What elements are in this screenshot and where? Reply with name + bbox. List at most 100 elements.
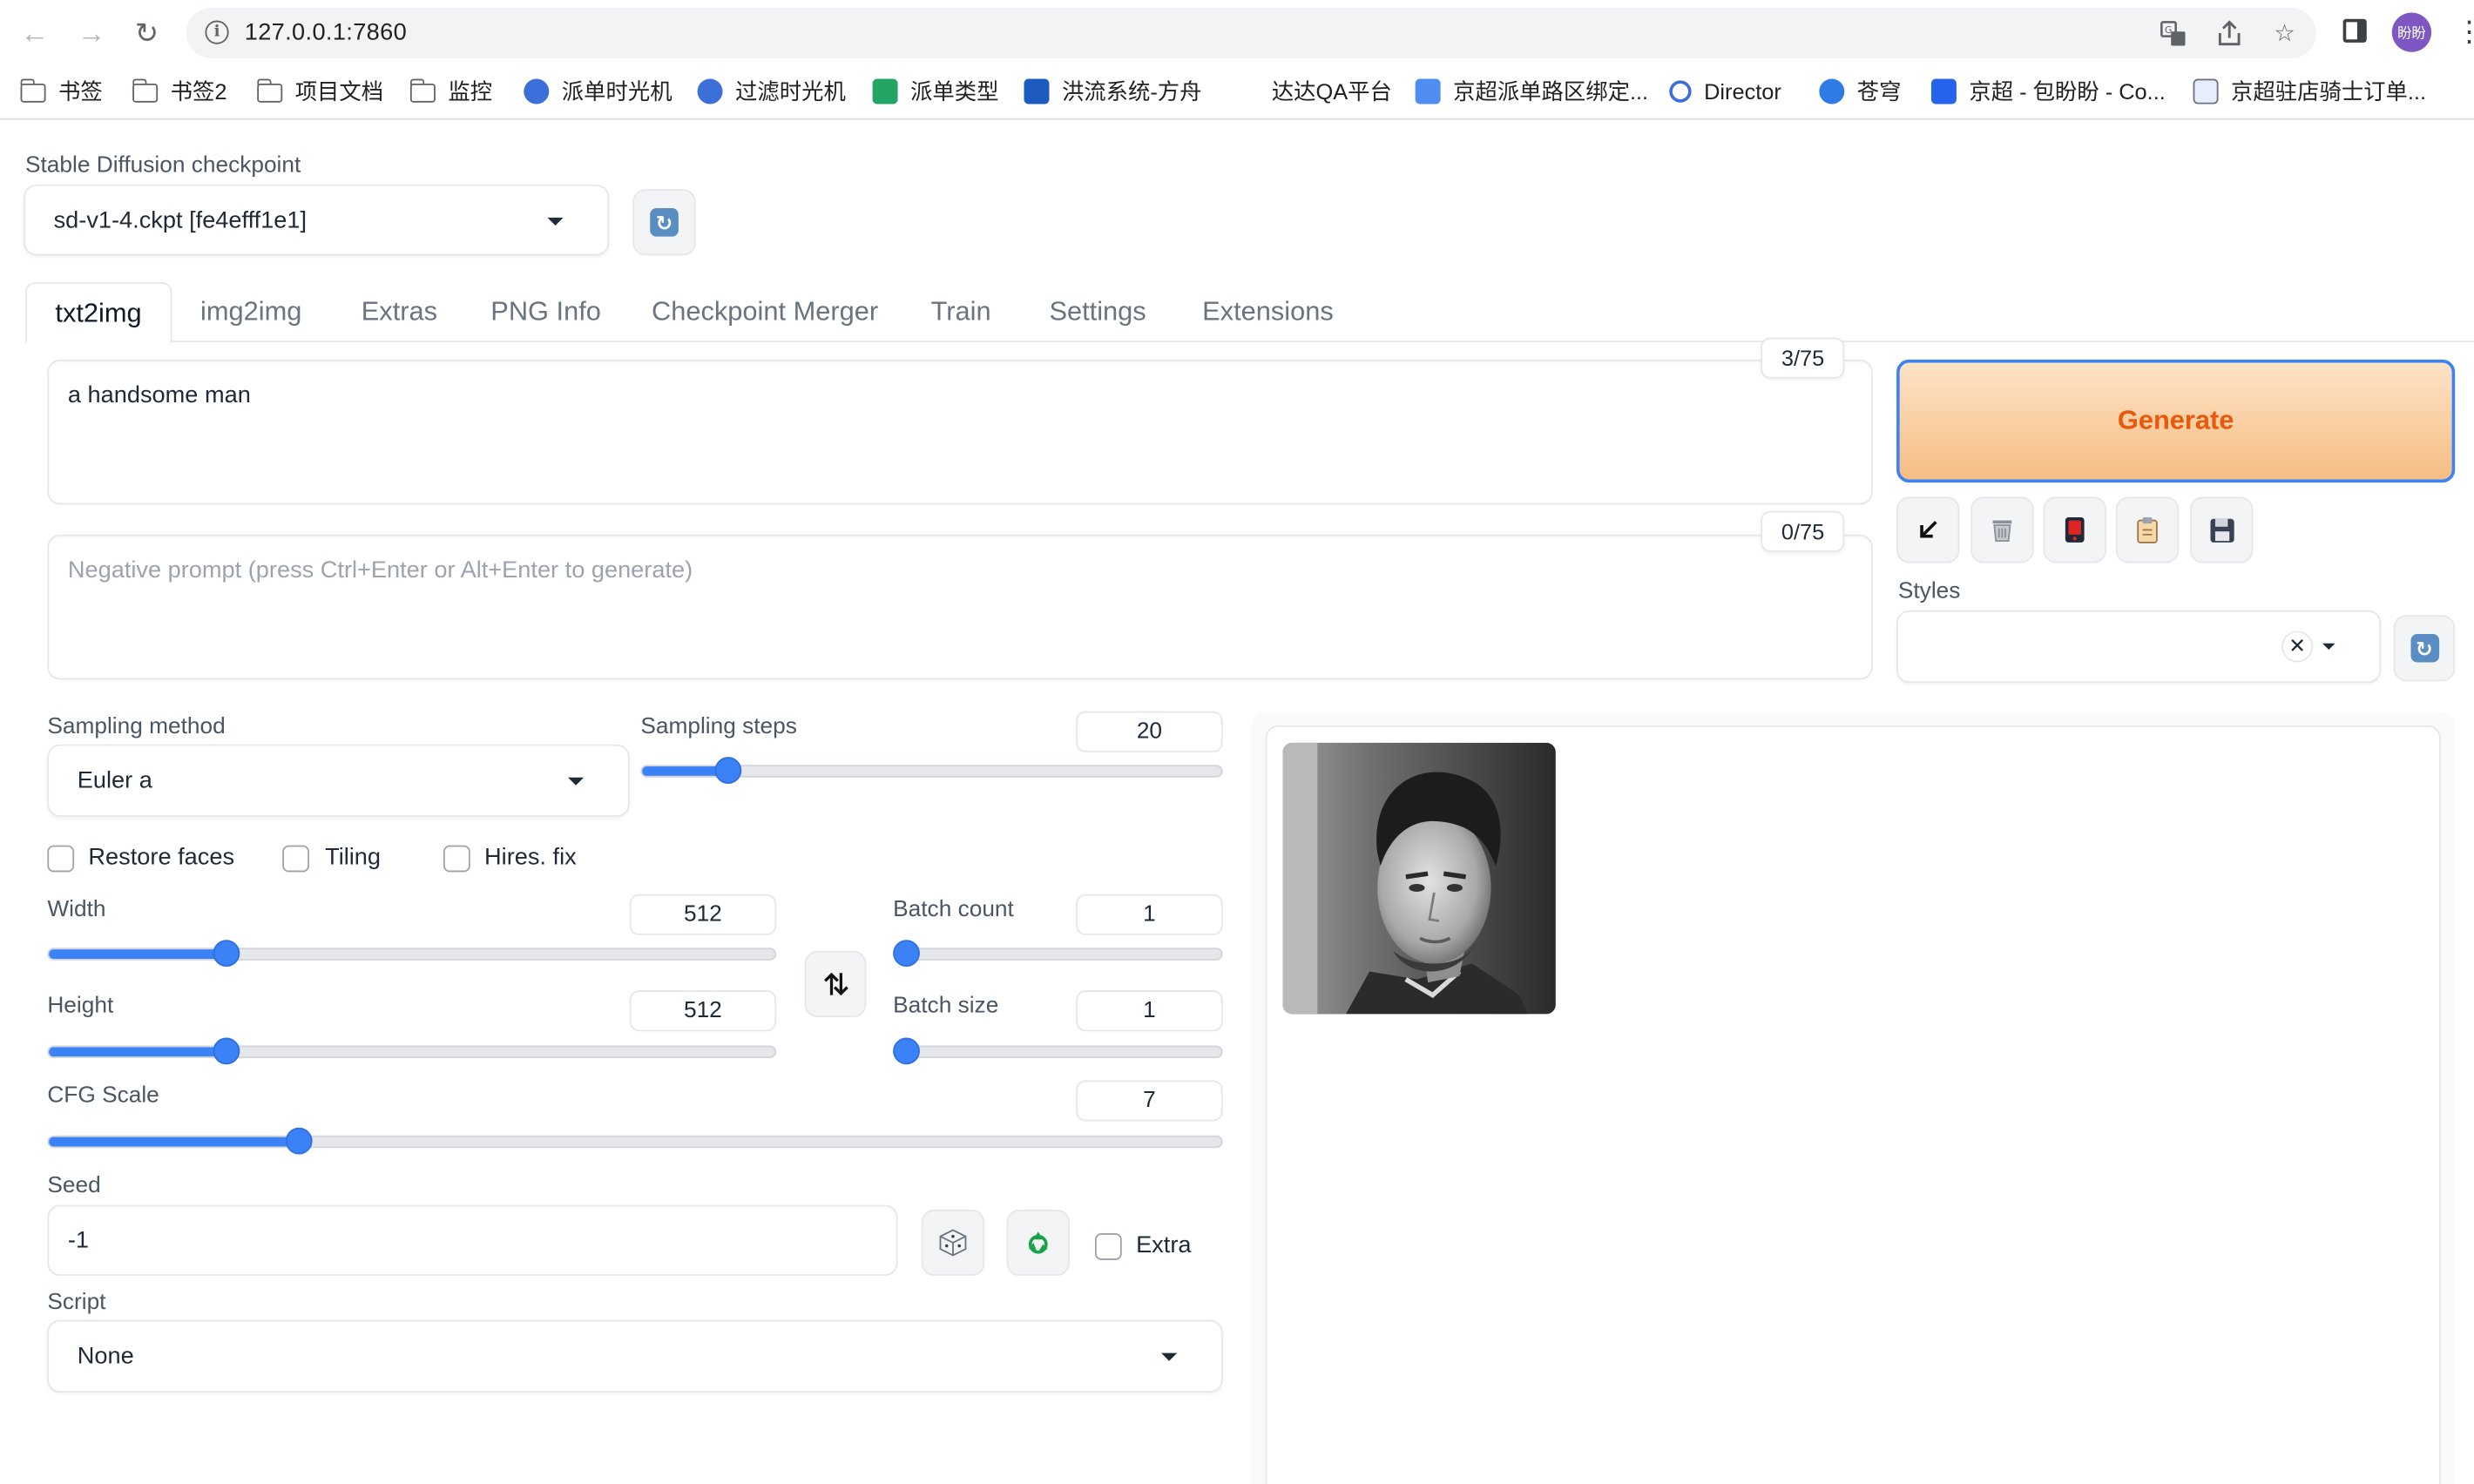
slider-thumb[interactable]: [893, 1037, 920, 1065]
site-info-icon[interactable]: i: [205, 20, 229, 44]
bookmark-item[interactable]: 派单类型: [872, 76, 998, 107]
extra-seed-checkbox[interactable]: [1094, 1233, 1122, 1260]
bookmark-item[interactable]: 京超驻店骑士订单...: [2193, 76, 2426, 107]
app-icon: [1415, 78, 1441, 105]
sampling-method-dropdown[interactable]: Euler a: [47, 744, 630, 817]
url-text[interactable]: 127.0.0.1:7860: [245, 19, 407, 46]
negative-prompt-input[interactable]: Negative prompt (press Ctrl+Enter or Alt…: [47, 534, 1873, 680]
bookmark-item[interactable]: 监控: [409, 76, 492, 107]
batch-count-slider[interactable]: [893, 940, 1223, 968]
forward-arrow-icon[interactable]: →: [71, 12, 112, 53]
batch-count-input[interactable]: 1: [1076, 894, 1223, 935]
bookmark-star-icon[interactable]: ☆: [2270, 19, 2299, 48]
browser-menu-icon[interactable]: ⋮: [2455, 16, 2474, 47]
tiling-checkbox[interactable]: [282, 845, 309, 873]
restore-faces-checkbox[interactable]: [47, 845, 75, 873]
cfg-scale-input[interactable]: 7: [1076, 1080, 1223, 1122]
side-panel-icon[interactable]: [2342, 18, 2367, 43]
bookmark-item[interactable]: 项目文档: [256, 76, 383, 107]
tab-extras[interactable]: Extras: [333, 282, 465, 342]
tab-checkpoint-merger[interactable]: Checkpoint Merger: [623, 282, 906, 342]
width-slider[interactable]: [47, 940, 777, 968]
profile-avatar[interactable]: 盼盼: [2391, 12, 2432, 52]
app-icon: [524, 78, 550, 105]
sampling-method-value: Euler a: [77, 766, 152, 794]
slider-thumb[interactable]: [893, 940, 920, 968]
height-input[interactable]: 512: [629, 990, 777, 1032]
tab-settings[interactable]: Settings: [1021, 282, 1174, 342]
bookmark-item[interactable]: 书签: [19, 76, 103, 107]
height-label: Height: [47, 993, 114, 1019]
checkpoint-dropdown[interactable]: sd-v1-4.ckpt [fe4efff1e1]: [24, 184, 610, 256]
script-dropdown[interactable]: None: [47, 1319, 1223, 1393]
refresh-styles-button[interactable]: ↻: [2393, 615, 2456, 682]
slider-thumb[interactable]: [213, 1037, 240, 1065]
batch-size-input[interactable]: 1: [1076, 990, 1223, 1032]
slider-thumb[interactable]: [714, 757, 742, 784]
bookmark-item[interactable]: 京超 - 包盼盼 - Co...: [1930, 76, 2166, 107]
generated-image-thumbnail[interactable]: [1282, 742, 1556, 1015]
read-params-button[interactable]: [1896, 496, 1960, 563]
styles-dropdown[interactable]: ✕: [1896, 610, 2382, 684]
negative-prompt-placeholder: Negative prompt (press Ctrl+Enter or Alt…: [67, 556, 693, 583]
cfg-scale-label: CFG Scale: [47, 1083, 159, 1109]
reuse-seed-button[interactable]: [1006, 1209, 1070, 1276]
slider-thumb[interactable]: [213, 940, 240, 968]
slider-thumb[interactable]: [285, 1127, 313, 1155]
checkpoint-value: sd-v1-4.ckpt [fe4efff1e1]: [53, 206, 308, 233]
slider-fill: [642, 766, 720, 776]
clear-prompt-button[interactable]: [1970, 496, 2034, 563]
app-icon: [697, 78, 723, 105]
apply-style-button[interactable]: [2115, 496, 2180, 563]
seed-value: -1: [67, 1226, 90, 1254]
negative-token-counter: 0/75: [1761, 510, 1845, 552]
width-input[interactable]: 512: [629, 894, 777, 935]
bookmark-item[interactable]: 派单时光机: [524, 76, 673, 107]
height-slider[interactable]: [47, 1037, 777, 1065]
tab-extensions[interactable]: Extensions: [1174, 282, 1362, 342]
bookmark-item[interactable]: Director: [1669, 76, 1781, 107]
random-seed-button[interactable]: [921, 1209, 985, 1276]
refresh-checkpoint-button[interactable]: ↻: [632, 189, 696, 256]
prompt-text: a handsome man: [67, 381, 251, 408]
svg-text:G: G: [2164, 24, 2171, 35]
styles-label: Styles: [1897, 578, 1961, 604]
sampling-steps-input[interactable]: 20: [1076, 711, 1223, 752]
arrow-down-left-icon: [1920, 521, 1937, 538]
seed-input[interactable]: -1: [47, 1204, 898, 1276]
sampling-steps-label: Sampling steps: [640, 714, 797, 740]
hires-fix-checkbox[interactable]: [443, 845, 470, 873]
chevron-down-icon: [1161, 1352, 1178, 1361]
translate-icon[interactable]: G: [2159, 19, 2187, 48]
bookmark-item[interactable]: 达达QA平台: [1272, 76, 1392, 107]
extra-networks-button[interactable]: [2043, 496, 2106, 563]
clear-icon[interactable]: ✕: [2281, 631, 2314, 663]
sampling-method-label: Sampling method: [47, 714, 226, 740]
generate-button[interactable]: Generate: [1896, 359, 2456, 483]
batch-size-label: Batch size: [893, 993, 999, 1019]
tab-img2img[interactable]: img2img: [172, 282, 330, 342]
app-icon: [1024, 78, 1050, 105]
sampling-steps-slider[interactable]: [640, 757, 1223, 784]
refresh-icon: ↻: [650, 208, 679, 237]
tab-png-info[interactable]: PNG Info: [463, 282, 630, 342]
tab-train[interactable]: Train: [902, 282, 1019, 342]
app-icon: [1819, 78, 1845, 105]
share-icon[interactable]: [2215, 19, 2244, 48]
swap-dimensions-button[interactable]: [804, 950, 867, 1017]
bookmark-item[interactable]: 洪流系统-方舟: [1024, 76, 1202, 107]
cfg-scale-slider[interactable]: [47, 1127, 1223, 1155]
address-bar[interactable]: i 127.0.0.1:7860 G ☆: [186, 8, 2316, 58]
save-style-button[interactable]: [2189, 496, 2254, 563]
bookmark-item[interactable]: 书签2: [132, 76, 226, 107]
batch-size-slider[interactable]: [893, 1037, 1223, 1065]
tab-txt2img[interactable]: txt2img: [24, 282, 172, 344]
bookmark-item[interactable]: 京超派单路区绑定...: [1415, 76, 1648, 107]
back-arrow-icon[interactable]: ←: [14, 12, 55, 53]
output-gallery: [1265, 725, 2441, 1484]
reload-icon[interactable]: ↻: [126, 12, 167, 53]
prompt-input[interactable]: a handsome man: [47, 359, 1873, 505]
main-tabs: txt2img img2img Extras PNG Info Checkpoi…: [24, 282, 2474, 344]
bookmark-item[interactable]: 苍穹: [1819, 76, 1901, 107]
bookmark-item[interactable]: 过滤时光机: [697, 76, 846, 107]
